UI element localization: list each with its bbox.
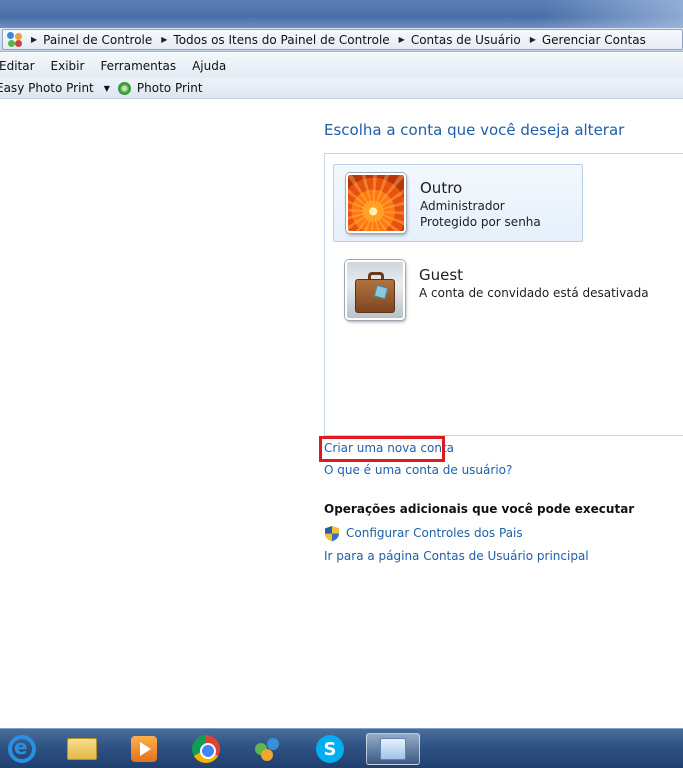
additional-operations-title: Operações adicionais que você pode execu… xyxy=(324,502,635,516)
breadcrumb-todos-os-itens[interactable]: ▶ Todos os Itens do Painel de Controle xyxy=(161,33,389,47)
account-type[interactable]: Administrador xyxy=(420,199,505,213)
menu-editar[interactable]: Editar xyxy=(0,59,43,73)
user-accounts-main-link[interactable]: Ir para a página Contas de Usuário princ… xyxy=(324,549,589,563)
address-bar: ▶ Painel de Controle ▶ Todos os Itens do… xyxy=(0,28,683,52)
chrome-icon[interactable] xyxy=(186,733,226,765)
account-name[interactable]: Outro xyxy=(420,179,462,197)
control-panel-task-icon[interactable] xyxy=(366,733,420,765)
menu-ferramentas[interactable]: Ferramentas xyxy=(92,59,184,73)
chevron-right-icon[interactable]: ▶ xyxy=(161,35,167,44)
folder-icon[interactable] xyxy=(62,733,102,765)
chevron-right-icon[interactable]: ▶ xyxy=(31,35,37,44)
what-is-account-link[interactable]: O que é uma conta de usuário? xyxy=(324,463,512,477)
photo-print-icon[interactable] xyxy=(117,81,131,95)
uac-shield-icon xyxy=(325,526,339,542)
breadcrumb-gerenciar-contas[interactable]: ▶ Gerenciar Contas xyxy=(530,33,646,47)
account-status[interactable]: Protegido por senha xyxy=(420,215,541,229)
account-guest[interactable]: Guest A conta de convidado está desativa… xyxy=(333,252,649,330)
messenger-icon[interactable] xyxy=(248,733,288,765)
breadcrumb-contas-de-usuario[interactable]: ▶ Contas de Usuário xyxy=(399,33,521,47)
guest-avatar-briefcase-icon[interactable] xyxy=(345,260,405,320)
window-title-bar xyxy=(0,0,683,28)
chevron-right-icon[interactable]: ▶ xyxy=(399,35,405,44)
breadcrumb-painel-de-controle[interactable]: ▶ Painel de Controle xyxy=(31,33,152,47)
user-avatar-flower-icon[interactable] xyxy=(346,173,406,233)
toolbar: Easy Photo Print ▼ Photo Print xyxy=(0,78,683,99)
account-outro[interactable]: Outro Administrador Protegido por senha xyxy=(333,164,583,242)
menu-ajuda[interactable]: Ajuda xyxy=(184,59,234,73)
account-name[interactable]: Guest xyxy=(419,266,463,284)
easy-photo-print-button[interactable]: Easy Photo Print ▼ xyxy=(0,81,118,95)
address-field[interactable]: ▶ Painel de Controle ▶ Todos os Itens do… xyxy=(2,29,683,50)
internet-explorer-icon[interactable] xyxy=(2,733,42,765)
parental-controls-link[interactable]: Configurar Controles dos Pais xyxy=(346,526,523,540)
dropdown-arrow-icon[interactable]: ▼ xyxy=(104,84,110,93)
photo-print-button[interactable]: Photo Print xyxy=(117,81,203,95)
account-status[interactable]: A conta de convidado está desativada xyxy=(419,286,649,300)
chevron-right-icon[interactable]: ▶ xyxy=(530,35,536,44)
media-player-icon[interactable] xyxy=(124,733,164,765)
menu-exibir[interactable]: Exibir xyxy=(43,59,93,73)
content-pane: Escolha a conta que você deseja alterar … xyxy=(0,100,683,728)
menu-bar: Editar Exibir Ferramentas Ajuda xyxy=(0,53,683,78)
page-title: Escolha a conta que você deseja alterar xyxy=(324,121,625,139)
create-account-link[interactable]: Criar uma nova conta xyxy=(324,441,454,455)
control-panel-icon xyxy=(7,31,23,48)
taskbar: S xyxy=(0,728,683,768)
skype-icon[interactable]: S xyxy=(310,733,350,765)
account-list: Outro Administrador Protegido por senha … xyxy=(324,153,683,436)
